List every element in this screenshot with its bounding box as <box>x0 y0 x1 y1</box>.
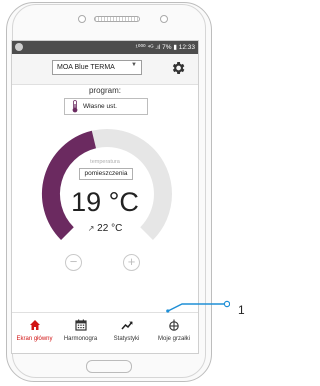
bottom-navigation: Ekran główny Harmonogra Statystyki Moje … <box>12 312 198 349</box>
nav-label: Moje grzałki <box>157 336 190 342</box>
thermometer-icon <box>72 100 78 113</box>
earpiece-speaker <box>94 16 140 22</box>
device-select[interactable]: MOA Blue TERMA ▼ <box>52 60 142 75</box>
room-temperature-value: 22 °C <box>97 223 123 234</box>
increase-temperature-button[interactable]: + <box>123 254 140 271</box>
proximity-sensor <box>160 15 168 23</box>
temperature-mode-button[interactable]: pomieszczenia <box>79 168 133 180</box>
chevron-down-icon: ▼ <box>131 62 137 68</box>
callout-number: 1 <box>238 303 245 317</box>
home-icon <box>29 320 40 330</box>
gear-icon[interactable] <box>170 60 186 76</box>
program-label: program: <box>88 86 121 95</box>
settings-dot-icon <box>15 43 23 51</box>
front-camera <box>78 15 86 23</box>
trend-icon <box>120 321 133 330</box>
set-temperature: 19 °C <box>71 187 139 217</box>
callout-pointer <box>166 300 230 313</box>
program-selector[interactable]: Własne ust. <box>64 98 148 115</box>
temperature-caption: temperatura <box>90 159 120 165</box>
status-indicators: ¹⁰⁰⁰ ⁴ᴳ .ıl 7% ▮ 12:33 <box>135 44 195 51</box>
nav-label: Statystyki <box>113 336 140 342</box>
app-header: MOA Blue TERMA ▼ <box>12 54 198 85</box>
nav-label: Ekran główny <box>16 336 53 342</box>
calendar-icon <box>74 319 87 331</box>
home-button[interactable] <box>86 360 132 373</box>
status-bar: ¹⁰⁰⁰ ⁴ᴳ .ıl 7% ▮ 12:33 <box>12 41 198 54</box>
nav-item-home[interactable]: Ekran główny <box>12 313 57 349</box>
arrow-up-right-icon: ↗ <box>87 224 95 233</box>
device-select-value: MOA Blue TERMA <box>57 64 115 71</box>
heater-icon <box>169 319 179 331</box>
nav-item-schedule[interactable]: Harmonogra <box>58 313 103 349</box>
decrease-temperature-button[interactable]: − <box>65 254 82 271</box>
nav-item-statistics[interactable]: Statystyki <box>104 313 149 349</box>
room-temperature: ↗ 22 °C <box>12 223 198 234</box>
program-value: Własne ust. <box>83 103 117 110</box>
nav-label: Harmonogra <box>63 336 98 342</box>
nav-item-my-heaters[interactable]: Moje grzałki <box>150 313 198 349</box>
